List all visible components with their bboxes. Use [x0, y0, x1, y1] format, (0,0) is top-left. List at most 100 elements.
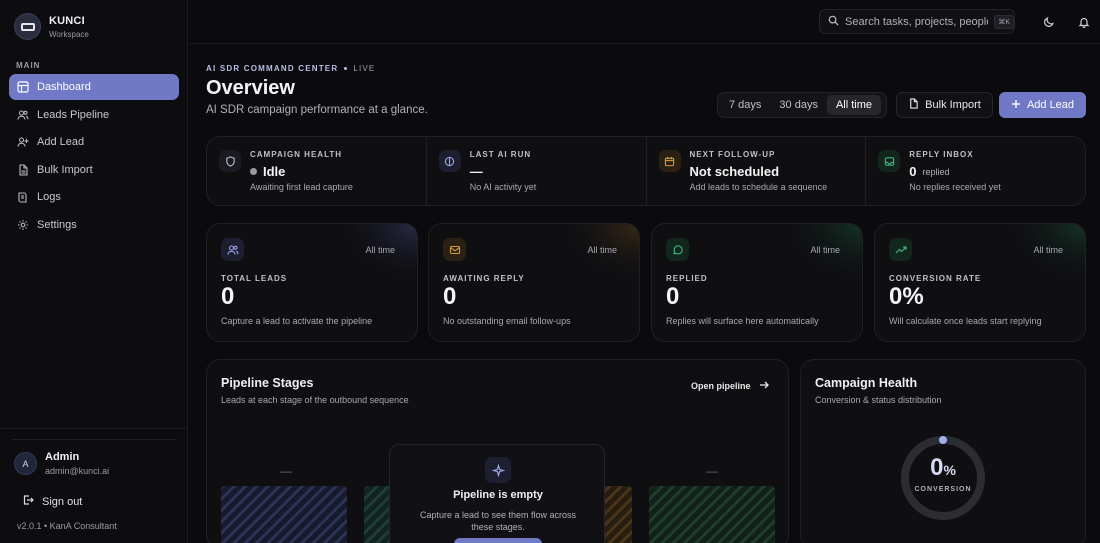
- empty-state-title: Pipeline is empty: [453, 489, 543, 501]
- reply-inbox-suffix: replied: [922, 166, 950, 177]
- sidebar-item-bulk-import[interactable]: Bulk Import: [9, 157, 179, 183]
- kpi-note: Replies will surface here automatically: [666, 316, 819, 326]
- kpi-range-label: All time: [1033, 245, 1063, 255]
- user-email: admin@kunci.ai: [45, 466, 110, 476]
- status-reply-inbox: REPLY INBOX 0 replied No replies receive…: [866, 137, 1085, 205]
- sidebar-item-logs[interactable]: Logs: [9, 184, 179, 210]
- status-note: Awaiting first lead capture: [250, 182, 353, 192]
- kpi-range-label: All time: [587, 245, 617, 255]
- pipeline-stages-panel: Pipeline Stages Leads at each stage of t…: [206, 359, 789, 543]
- kpi-note: Capture a lead to activate the pipeline: [221, 316, 373, 326]
- kpi-card-total-leads: All time TOTAL LEADS 0 Capture a lead to…: [206, 223, 418, 342]
- empty-state-action-button[interactable]: [454, 538, 542, 543]
- sidebar-divider: [0, 428, 188, 429]
- users-icon: [17, 109, 29, 121]
- gear-icon: [17, 219, 29, 231]
- kpi-label: REPLIED: [666, 274, 708, 283]
- page-eyebrow: AI SDR COMMAND CENTER LIVE: [206, 64, 375, 73]
- status-next-follow-up: NEXT FOLLOW-UP Not scheduled Add leads t…: [647, 137, 867, 205]
- kpi-note: No outstanding email follow-ups: [443, 316, 571, 326]
- live-badge: LIVE: [353, 64, 376, 73]
- kpi-card-replied: All time REPLIED 0 Replies will surface …: [651, 223, 863, 342]
- version-label: v2.0.1 • KanA Consultant: [17, 521, 117, 531]
- sidebar-item-leads-pipeline[interactable]: Leads Pipeline: [9, 102, 179, 128]
- mail-icon: [443, 238, 466, 261]
- kpi-note: Will calculate once leads start replying: [889, 316, 1042, 326]
- live-dot-icon: [344, 67, 348, 70]
- avatar: A: [14, 452, 37, 475]
- kpi-range-label: All time: [365, 245, 395, 255]
- stage-bar: [649, 486, 775, 543]
- nav-section-label: MAIN: [16, 61, 41, 70]
- main-nav: Dashboard Leads Pipeline Add Lead Bulk I…: [9, 74, 179, 240]
- sign-out-label: Sign out: [42, 495, 83, 508]
- next-follow-up-value: Not scheduled: [689, 164, 780, 179]
- users-icon: [221, 238, 244, 261]
- stage-bar: [221, 486, 347, 543]
- kpi-value: 0: [443, 283, 457, 310]
- sign-out-button[interactable]: Sign out: [22, 494, 82, 509]
- status-value: Idle: [250, 164, 285, 179]
- sidebar-item-label: Add Lead: [37, 136, 85, 149]
- conversion-unit: %: [943, 462, 956, 478]
- kpi-value: 0%: [889, 283, 924, 310]
- brand[interactable]: KUNCI Workspace: [14, 13, 89, 40]
- stage-placeholder: —: [280, 464, 292, 478]
- message-icon: [666, 238, 689, 261]
- search-input[interactable]: [845, 15, 989, 28]
- open-pipeline-link[interactable]: Open pipeline: [691, 380, 769, 392]
- inbox-icon: [878, 150, 901, 172]
- kpi-label: TOTAL LEADS: [221, 274, 288, 283]
- calendar-icon: [658, 150, 681, 172]
- add-lead-button[interactable]: Add Lead: [999, 92, 1086, 118]
- user-plus-icon: [17, 136, 29, 148]
- kpi-value: 0: [221, 283, 235, 310]
- user-profile[interactable]: A Admin admin@kunci.ai: [14, 451, 109, 476]
- trend-icon: [889, 238, 912, 261]
- status-value: 0 replied: [909, 164, 949, 179]
- bulk-import-label: Bulk Import: [925, 99, 981, 111]
- eyebrow-label: AI SDR COMMAND CENTER: [206, 64, 339, 73]
- page-subtitle: AI SDR campaign performance at a glance.: [206, 104, 428, 116]
- status-label: REPLY INBOX: [909, 150, 974, 159]
- sidebar-item-dashboard[interactable]: Dashboard: [9, 74, 179, 100]
- range-7-days-button[interactable]: 7 days: [720, 95, 770, 115]
- open-pipeline-label: Open pipeline: [691, 381, 751, 391]
- book-icon: [17, 191, 29, 203]
- sidebar-item-settings[interactable]: Settings: [9, 212, 179, 238]
- shield-icon: [219, 150, 241, 172]
- status-note: No AI activity yet: [469, 182, 537, 192]
- health-title: Campaign Health: [815, 376, 918, 390]
- status-campaign-health: CAMPAIGN HEALTH Idle Awaiting first lead…: [207, 137, 427, 205]
- ring-value: 0%: [899, 454, 987, 482]
- pipeline-empty-state: Pipeline is empty Capture a lead to see …: [389, 444, 605, 543]
- range-all-time-button[interactable]: All time: [826, 95, 882, 115]
- kpi-range-label: All time: [810, 245, 840, 255]
- range-30-days-button[interactable]: 30 days: [770, 95, 827, 115]
- status-label: LAST AI RUN: [469, 150, 532, 159]
- globe-icon: [438, 150, 461, 172]
- campaign-health-value: Idle: [263, 164, 286, 179]
- user-name: Admin: [45, 451, 80, 463]
- sidebar-item-add-lead[interactable]: Add Lead: [9, 129, 179, 155]
- kpi-card-awaiting-reply: All time AWAITING REPLY 0 No outstanding…: [428, 223, 640, 342]
- empty-state-text: Capture a lead to see them flow across t…: [419, 510, 577, 533]
- kunci-logo-icon: [14, 13, 41, 40]
- status-last-ai-run: LAST AI RUN — No AI activity yet: [427, 137, 647, 205]
- bulk-import-button[interactable]: Bulk Import: [896, 92, 993, 118]
- sidebar-item-label: Bulk Import: [37, 163, 93, 176]
- time-range-selector: 7 days 30 days All time: [717, 92, 887, 118]
- conversion-value: 0: [930, 454, 944, 481]
- brand-name: KUNCI: [49, 14, 85, 27]
- ring-label: CONVERSION: [914, 486, 972, 493]
- sign-out-icon: [22, 494, 34, 509]
- theme-toggle-moon-icon[interactable]: [1042, 15, 1056, 29]
- file-icon: [908, 98, 919, 112]
- conversion-ring: 0% CONVERSION: [899, 434, 987, 522]
- kpi-label: AWAITING REPLY: [443, 274, 525, 283]
- plus-icon: [1011, 99, 1021, 112]
- search-box[interactable]: ⌘K: [819, 9, 1015, 34]
- dashboard-icon: [17, 81, 29, 93]
- notifications-bell-icon[interactable]: [1077, 15, 1091, 29]
- sidebar-item-label: Settings: [37, 218, 77, 231]
